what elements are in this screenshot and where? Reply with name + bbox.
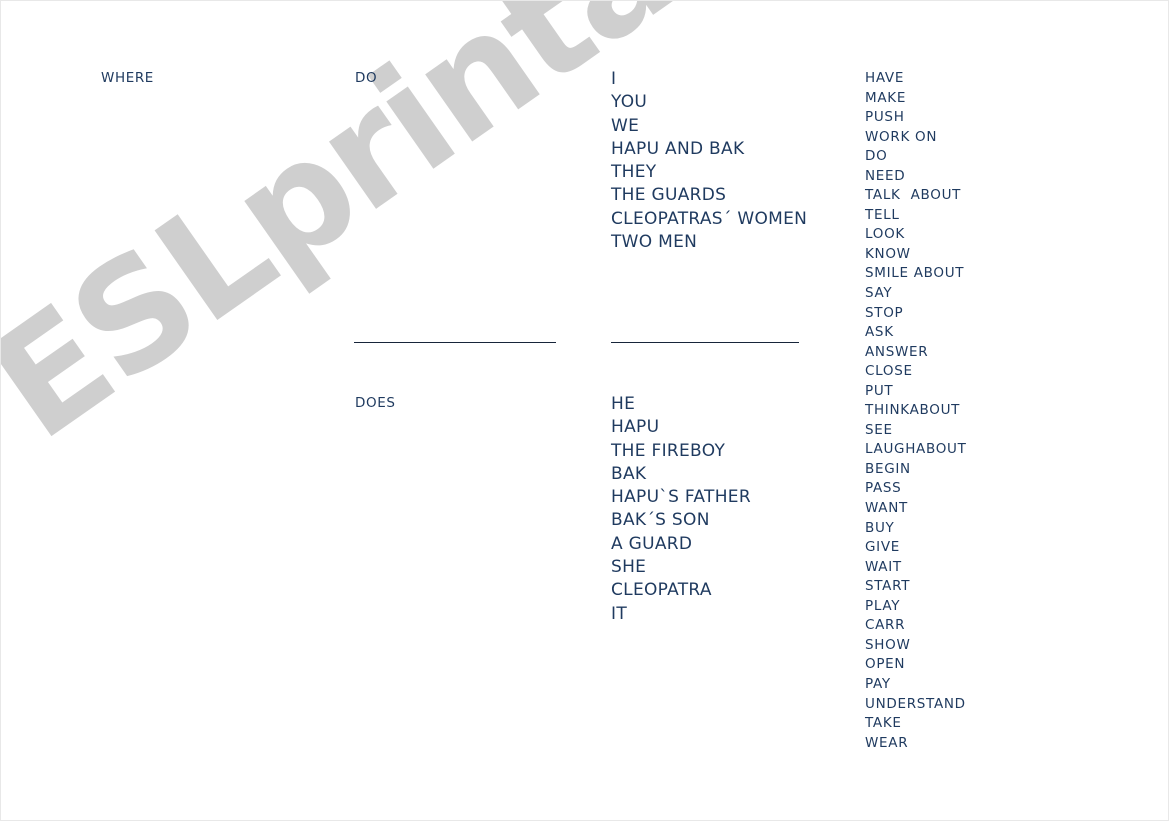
list-item: CLEOPATRA <box>611 580 712 601</box>
list-item: WORK ON <box>865 128 938 145</box>
list-item: BAK´S SON <box>611 510 710 531</box>
list-item: CLOSE <box>865 363 913 380</box>
question-word-where-column: WHERE <box>101 71 154 86</box>
list-item: TELL <box>865 206 900 223</box>
plural-subjects-column: I YOU WE HAPU AND BAK THEY THE GUARDS CLEOPATR… <box>611 68 807 254</box>
list-item: DO <box>865 148 888 165</box>
list-item: SHOW <box>865 636 911 653</box>
list-item: LAUGHABOUT <box>865 441 967 458</box>
list-item: CLEOPATRAS´ WOMEN <box>611 208 808 229</box>
list-item: YOU <box>611 92 648 113</box>
list-item: HAPU <box>611 417 660 438</box>
list-item: WE <box>611 115 640 136</box>
question-word-where: WHERE <box>101 70 154 86</box>
list-item: WEAR <box>865 734 909 751</box>
auxiliary-separator-rule <box>354 342 556 343</box>
auxiliary-does-column: DOES <box>355 396 396 411</box>
list-item: GIVE <box>865 539 901 556</box>
list-item: THINKABOUT <box>865 402 961 419</box>
auxiliary-does: DOES <box>355 395 396 411</box>
list-item: PUSH <box>865 109 905 126</box>
list-item: HAPU AND BAK <box>611 138 745 159</box>
list-item: START <box>865 578 911 595</box>
list-item: PAY <box>865 675 891 692</box>
list-item: HE <box>611 394 636 414</box>
list-item: BAK <box>611 463 647 484</box>
list-item: WAIT <box>865 558 902 575</box>
list-item: OPEN <box>865 656 906 673</box>
list-item: PASS <box>865 480 902 497</box>
auxiliary-do-column: DO <box>355 71 377 86</box>
list-item: UNDERSTAND <box>865 695 966 712</box>
subject-separator-rule <box>611 342 799 343</box>
list-item: PLAY <box>865 597 901 614</box>
list-item: CARR <box>865 617 906 634</box>
list-item: A GUARD <box>611 533 693 554</box>
verb-list-column: HAVE MAKE PUSH WORK ON DO NEED TALK ABOUT TELL L… <box>865 69 967 753</box>
list-item: BEGIN <box>865 460 911 477</box>
list-item: MAKE <box>865 89 907 106</box>
list-item: TAKE <box>865 715 902 732</box>
list-item: KNOW <box>865 245 911 262</box>
list-item: THE FIREBOY <box>611 440 726 461</box>
singular-subjects-column: HE HAPU THE FIREBOY BAK HAPU`S FATHER BAK´S S… <box>611 393 751 626</box>
list-item: TALK ABOUT <box>865 187 962 204</box>
list-item: WANT <box>865 500 908 517</box>
list-item: LOOK <box>865 226 905 243</box>
list-item: BUY <box>865 519 895 536</box>
list-item: THEY <box>611 162 657 183</box>
list-item: THE GUARDS <box>611 185 727 206</box>
list-item: SHE <box>611 557 647 578</box>
list-item: HAVE <box>865 70 905 86</box>
worksheet-page: ESLprintables.com WHERE DO DOES IYOUWEHA… <box>0 0 1169 821</box>
list-item: SAY <box>865 285 893 302</box>
list-item: ANSWER <box>865 343 929 360</box>
list-item: I <box>611 69 617 89</box>
list-item: TWO MEN <box>611 232 698 253</box>
list-item: PUT <box>865 382 894 399</box>
list-item: SEE <box>865 421 893 438</box>
auxiliary-do: DO <box>355 70 378 86</box>
list-item: STOP <box>865 304 904 321</box>
list-item: HAPU`S FATHER <box>611 487 751 508</box>
list-item: SMILE ABOUT <box>865 265 965 282</box>
list-item: ASK <box>865 324 894 341</box>
list-item: NEED <box>865 167 906 184</box>
list-item: IT <box>611 603 627 624</box>
